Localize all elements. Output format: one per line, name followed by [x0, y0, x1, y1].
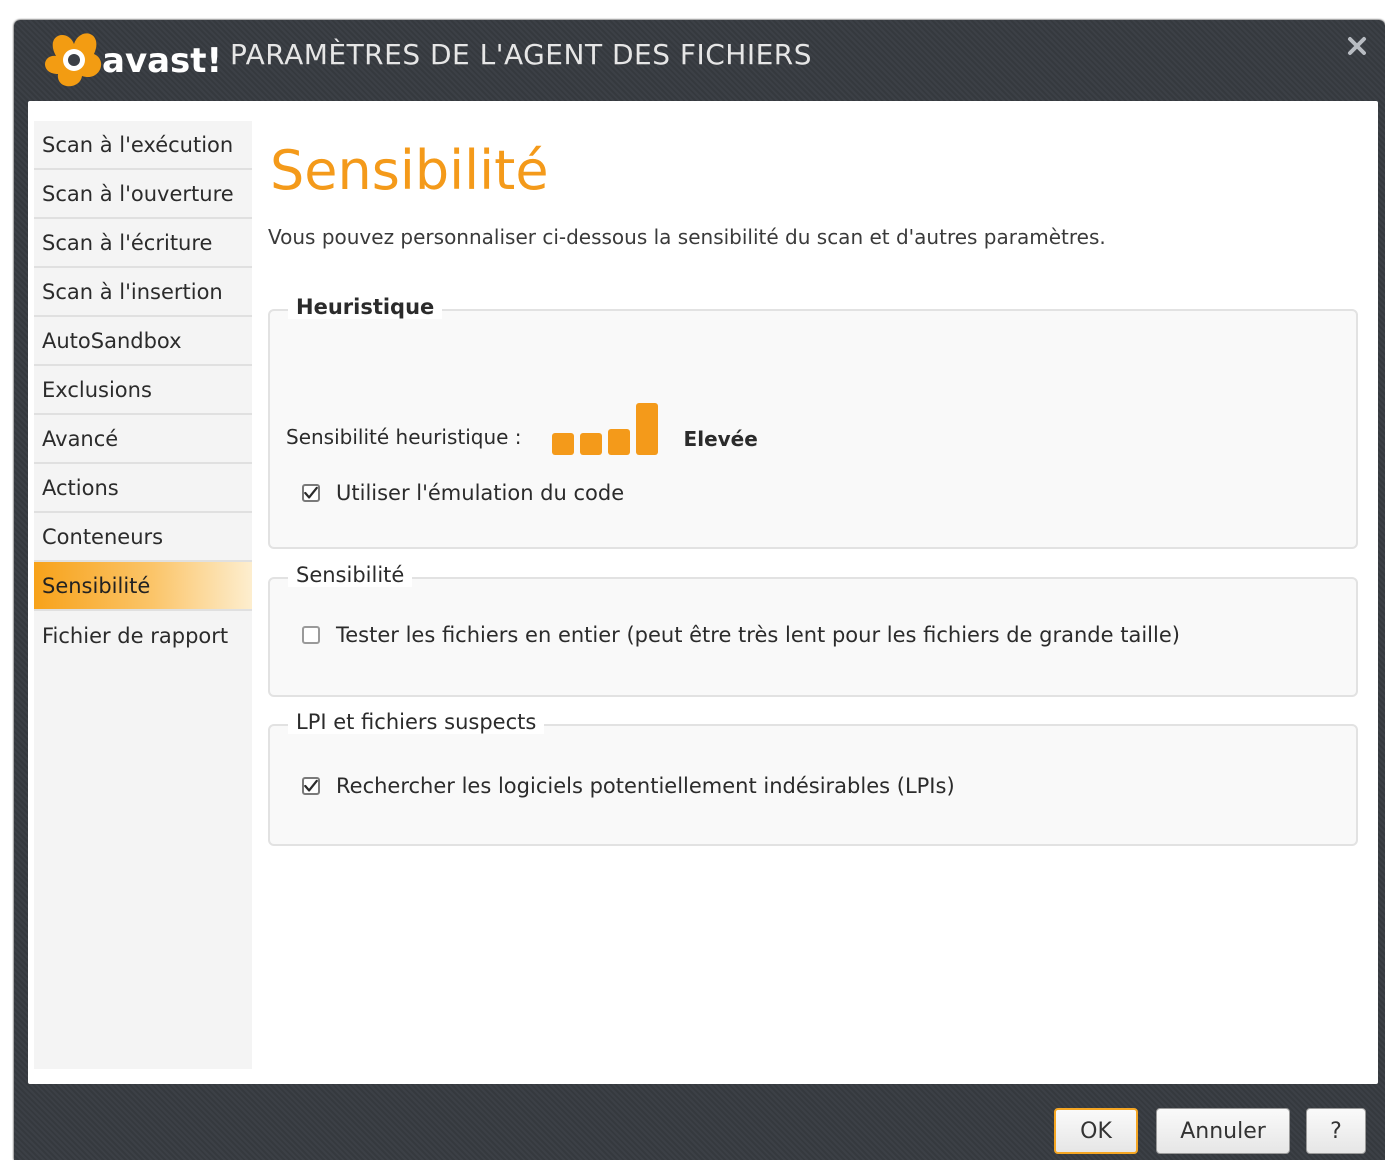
sidebar-item-sensibilite[interactable]: Sensibilité: [34, 562, 252, 611]
sensibilite-legend: Sensibilité: [288, 563, 413, 587]
close-icon: [1348, 37, 1366, 55]
sensitivity-bar: [579, 433, 602, 455]
cancel-button[interactable]: Annuler: [1156, 1108, 1290, 1154]
window-title: PARAMÈTRES DE L'AGENT DES FICHIERS: [230, 38, 813, 71]
emulation-checkbox[interactable]: [302, 484, 320, 502]
sensibilite-group: Sensibilité Tester les fichiers en entie…: [268, 563, 1358, 697]
heuristic-sensitivity-label: Sensibilité heuristique :: [286, 425, 522, 449]
help-button[interactable]: ?: [1306, 1108, 1366, 1154]
full-files-checkbox[interactable]: [302, 626, 320, 644]
page-title: Sensibilité: [270, 139, 549, 202]
sensitivity-bar: [607, 429, 630, 455]
heuristic-sensitivity-row: Sensibilité heuristique : Elevée: [286, 403, 758, 455]
sensitivity-level-bars[interactable]: [551, 403, 664, 455]
settings-window: avast! PARAMÈTRES DE L'AGENT DES FICHIER…: [14, 20, 1385, 1160]
lpi-label: Rechercher les logiciels potentiellement…: [336, 774, 955, 798]
full-files-label: Tester les fichiers en entier (peut être…: [336, 623, 1180, 647]
sidebar-item-avance[interactable]: Avancé: [34, 415, 252, 464]
sidebar-item-scan-insertion[interactable]: Scan à l'insertion: [34, 268, 252, 317]
emulation-label: Utiliser l'émulation du code: [336, 481, 625, 505]
page-subtitle: Vous pouvez personnaliser ci-dessous la …: [268, 225, 1106, 249]
sensitivity-level-text: Elevée: [683, 427, 758, 451]
sidebar: Scan à l'exécution Scan à l'ouverture Sc…: [34, 121, 252, 1069]
full-files-option: Tester les fichiers en entier (peut être…: [302, 623, 1180, 647]
heuristique-legend: Heuristique: [288, 295, 443, 319]
sidebar-item-scan-ouverture[interactable]: Scan à l'ouverture: [34, 170, 252, 219]
sidebar-item-conteneurs[interactable]: Conteneurs: [34, 513, 252, 562]
lpi-legend: LPI et fichiers suspects: [288, 710, 545, 734]
ok-button[interactable]: OK: [1054, 1108, 1138, 1154]
emulation-option: Utiliser l'émulation du code: [302, 481, 624, 505]
sidebar-item-exclusions[interactable]: Exclusions: [34, 366, 252, 415]
title-bar: avast! PARAMÈTRES DE L'AGENT DES FICHIER…: [14, 20, 1385, 98]
sidebar-item-scan-ecriture[interactable]: Scan à l'écriture: [34, 219, 252, 268]
close-button[interactable]: [1337, 26, 1377, 66]
checkmark-icon: [304, 779, 318, 792]
heuristique-group: Heuristique Sensibilité heuristique : El…: [268, 295, 1358, 549]
lpi-group: LPI et fichiers suspects Rechercher les …: [268, 710, 1358, 846]
sidebar-item-autosandbox[interactable]: AutoSandbox: [34, 317, 252, 366]
sensitivity-bar: [551, 433, 574, 455]
sidebar-item-actions[interactable]: Actions: [34, 464, 252, 513]
avast-logo: avast!: [45, 33, 222, 87]
lpi-checkbox[interactable]: [302, 777, 320, 795]
logo-text: avast!: [102, 41, 222, 81]
sidebar-item-fichier-rapport[interactable]: Fichier de rapport: [34, 611, 252, 660]
sensitivity-bar: [635, 403, 658, 455]
checkmark-icon: [304, 486, 318, 499]
sidebar-item-scan-execution[interactable]: Scan à l'exécution: [34, 121, 252, 170]
footer-bar: OK Annuler ?: [14, 1094, 1385, 1160]
content-panel: Scan à l'exécution Scan à l'ouverture Sc…: [28, 101, 1378, 1084]
lpi-option: Rechercher les logiciels potentiellement…: [302, 774, 955, 798]
